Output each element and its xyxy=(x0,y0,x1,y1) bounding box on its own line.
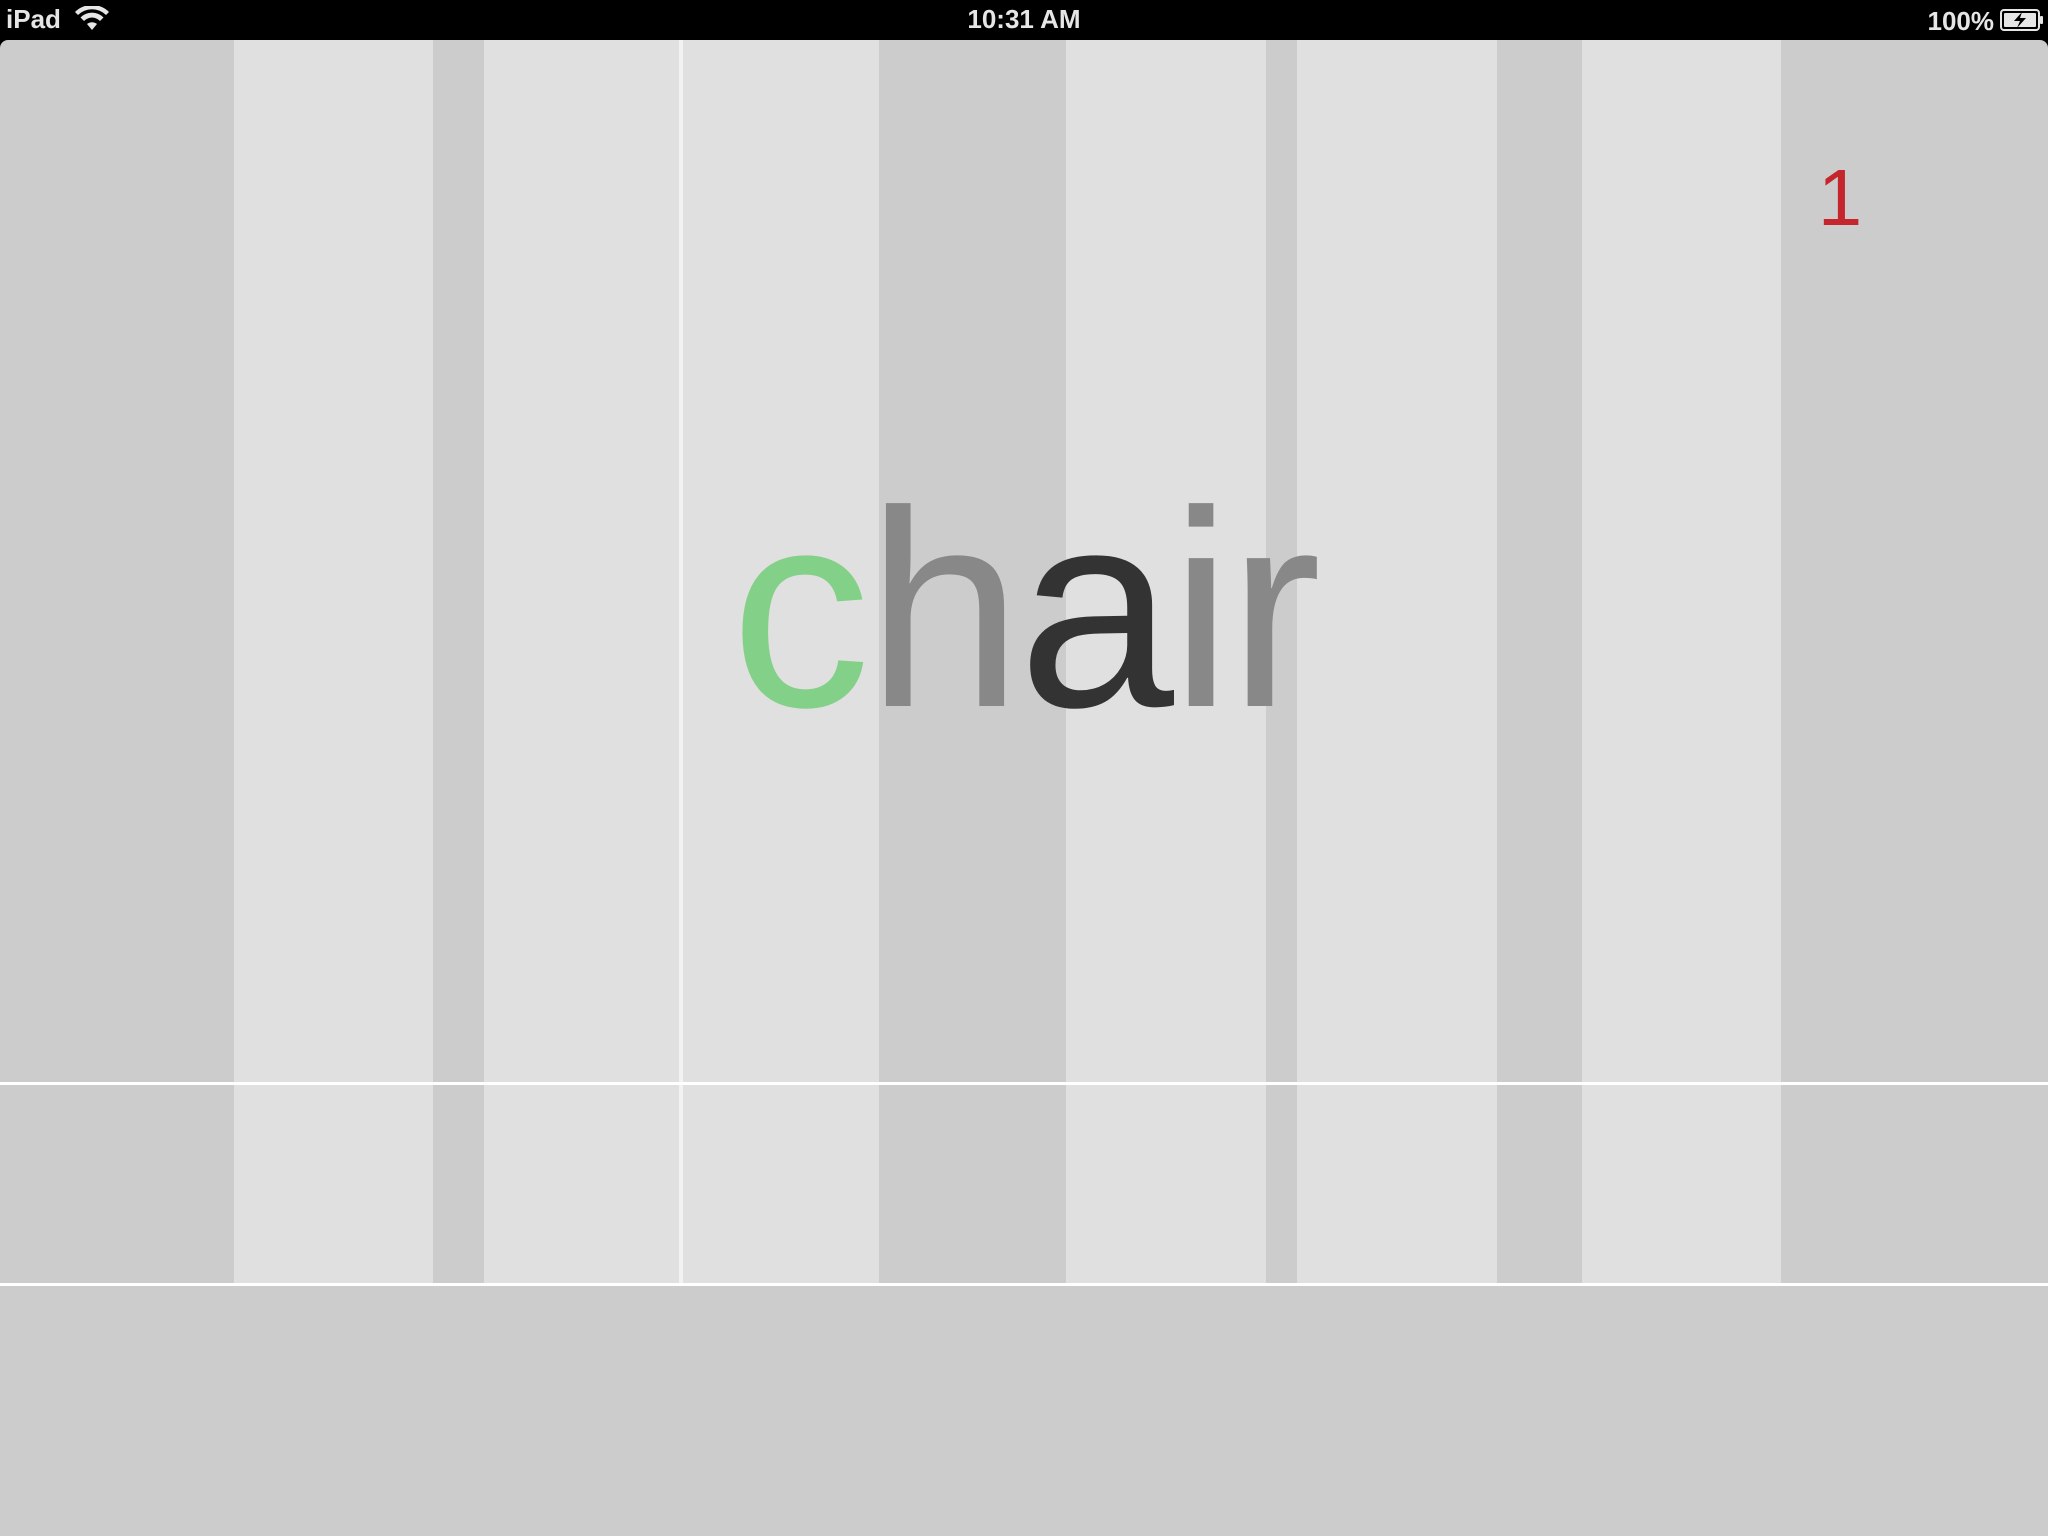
target-word: chair xyxy=(0,470,2048,750)
word-letter: h xyxy=(866,454,1023,766)
game-board[interactable]: 1 chair xyxy=(0,40,2048,1536)
battery-charging-icon xyxy=(2000,9,2043,31)
status-time: 10:31 AM xyxy=(967,4,1081,34)
battery-percentage: 100% xyxy=(1927,6,1995,36)
divider-line-top xyxy=(0,1082,2048,1085)
score-counter: 1 xyxy=(1817,153,1863,242)
word-letter: a xyxy=(1018,454,1174,766)
divider-line-bottom xyxy=(0,1283,2048,1286)
word-letter: r xyxy=(1228,454,1321,766)
word-letter: i xyxy=(1170,454,1232,766)
word-letter: c xyxy=(730,454,871,766)
status-bar: iPad 10:31 AM 100% xyxy=(0,0,2048,40)
